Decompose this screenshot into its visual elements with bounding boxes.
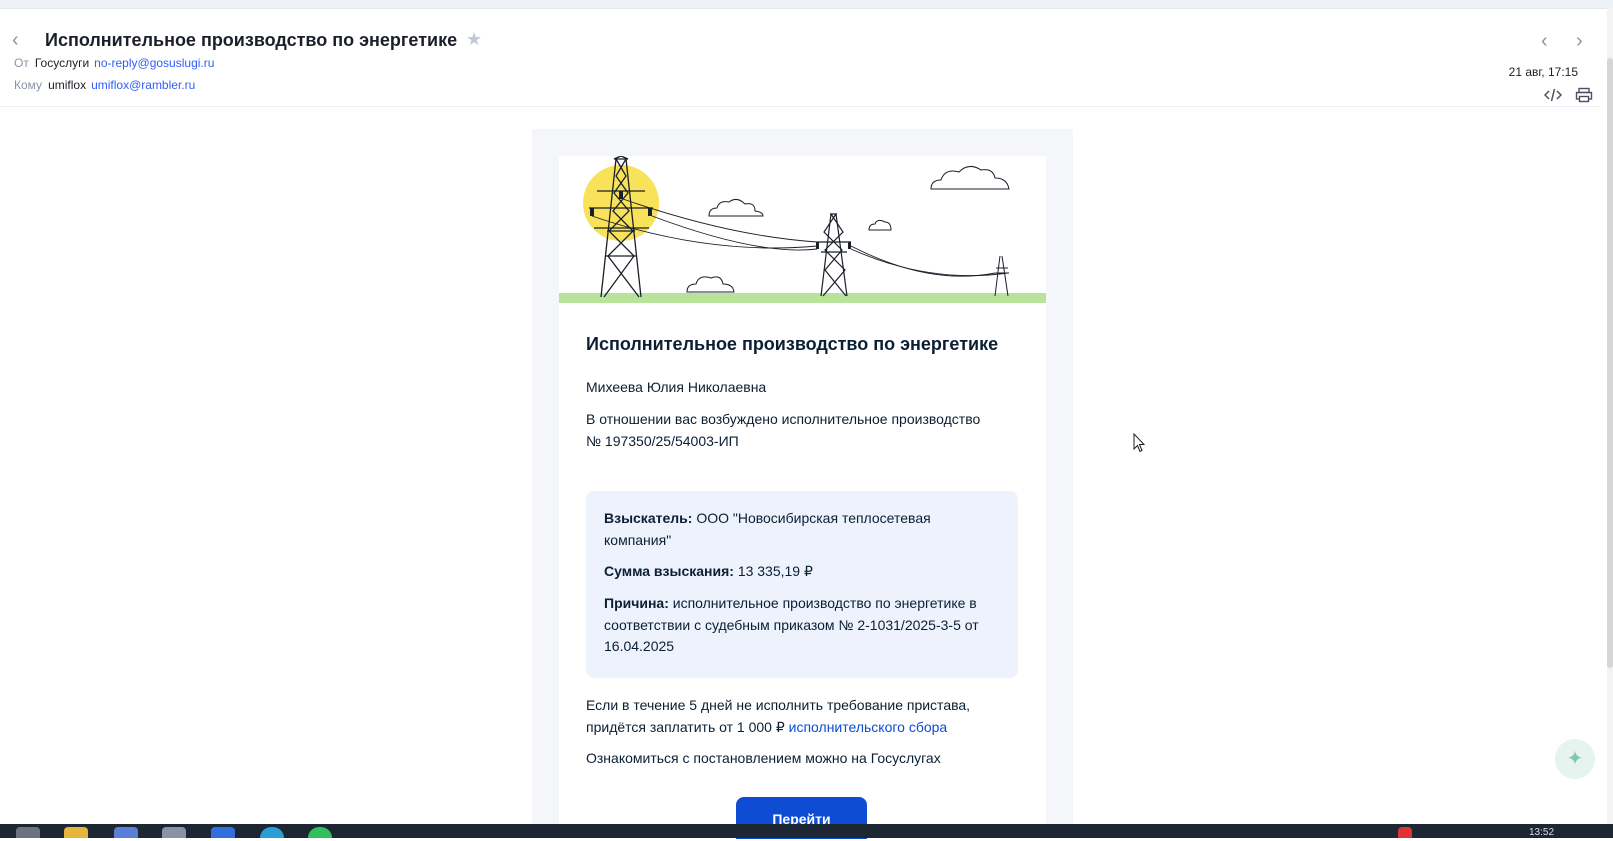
whatsapp-icon[interactable]	[308, 827, 332, 838]
power-lines-illustration	[559, 156, 1046, 303]
taskbar-clock: 13:52	[1529, 827, 1555, 838]
mouse-cursor-icon	[1133, 433, 1145, 453]
email-card: Исполнительное производство по энергетик…	[559, 156, 1046, 839]
scrollbar[interactable]	[1607, 8, 1613, 838]
from-row: От Госуслуги no-reply@gosuslugi.ru	[14, 56, 214, 70]
previous-message-chevron-icon[interactable]: ‹	[1541, 30, 1548, 53]
calendar-icon[interactable]	[114, 827, 138, 838]
telegram-icon[interactable]	[260, 827, 284, 838]
to-label: Кому	[14, 78, 43, 92]
scrollbar-thumb[interactable]	[1607, 58, 1613, 668]
from-email-link[interactable]: no-reply@gosuslugi.ru	[94, 56, 214, 70]
email-body-wrapper: Исполнительное производство по энергетик…	[532, 129, 1073, 839]
to-row: Кому umiflox umiflox@rambler.ru	[14, 78, 195, 92]
intro-line-1: В отношении вас возбуждено исполнительно…	[586, 411, 981, 427]
app-icon[interactable]	[211, 827, 235, 838]
info-text: Ознакомиться с постановлением можно на Г…	[586, 750, 941, 766]
ai-assistant-sparkle-icon[interactable]: ✦	[1555, 739, 1595, 779]
camera-icon[interactable]	[162, 827, 186, 838]
to-name: umiflox	[48, 78, 87, 92]
from-label: От	[14, 56, 29, 70]
case-number: № 197350/25/54003-ИП	[586, 433, 739, 449]
source-code-icon[interactable]	[1544, 87, 1562, 103]
amount-label: Сумма взыскания:	[604, 563, 734, 579]
reason-row: Причина: исполнительное производство по …	[604, 593, 994, 658]
to-email-link[interactable]: umiflox@rambler.ru	[91, 78, 195, 92]
back-chevron-icon[interactable]: ‹	[12, 30, 32, 50]
print-icon[interactable]	[1575, 87, 1593, 103]
folder-icon[interactable]	[64, 827, 88, 838]
recipient-name: Михеева Юлия Николаевна	[586, 379, 767, 395]
message-header: ‹ Исполнительное производство по энергет…	[0, 8, 1600, 107]
claimant-label: Взыскатель:	[604, 510, 693, 526]
warning-paragraph: Если в течение 5 дней не исполнить требо…	[586, 695, 986, 738]
claimant-row: Взыскатель: ООО "Новосибирская теплосете…	[604, 508, 994, 551]
details-box: Взыскатель: ООО "Новосибирская теплосете…	[586, 491, 1018, 678]
email-title: Исполнительное производство по энергетик…	[586, 334, 999, 354]
message-date: 21 авг, 17:15	[1508, 65, 1578, 79]
next-message-chevron-icon[interactable]: ›	[1576, 30, 1583, 53]
message-subject: Исполнительное производство по энергетик…	[45, 30, 458, 50]
enforcement-fee-link[interactable]: исполнительского сбора	[789, 719, 948, 735]
tray-icon[interactable]	[1398, 827, 1412, 838]
reason-label: Причина:	[604, 595, 669, 611]
os-taskbar	[0, 824, 1613, 838]
start-icon[interactable]	[16, 827, 40, 838]
from-name: Госуслуги	[34, 56, 90, 70]
amount-row: Сумма взыскания: 13 335,19 ₽	[604, 561, 994, 583]
star-icon[interactable]: ★	[466, 29, 482, 50]
amount-value: 13 335,19 ₽	[737, 563, 813, 579]
